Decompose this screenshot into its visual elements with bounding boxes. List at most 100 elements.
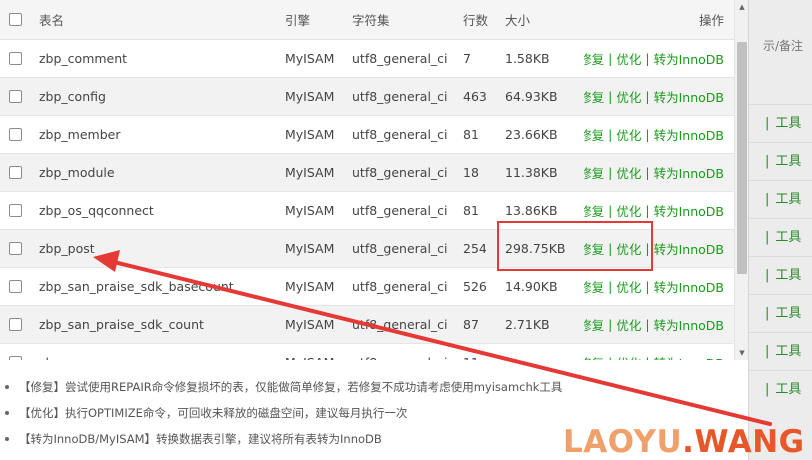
row-checkbox[interactable] (9, 128, 22, 141)
optimize-link[interactable]: 优化 (616, 163, 641, 182)
cell-engine: MyISAM (285, 165, 335, 180)
cell-charset: utf8_general_ci (352, 89, 448, 104)
row-checkbox[interactable] (9, 242, 22, 255)
cell-charset: utf8_general_ci (352, 51, 448, 66)
annotation-highlight-box (497, 221, 653, 271)
scroll-down-arrow-icon[interactable]: ▼ (735, 346, 749, 360)
bg-row: | 工具 (749, 332, 812, 370)
bg-tool-link[interactable]: 工具 (775, 382, 801, 397)
table-row[interactable]: zbp_config MyISAM utf8_general_ci 463 64.93K… (0, 78, 734, 116)
convert-innodb-link[interactable]: 转为InnoDB (654, 125, 724, 144)
cell-engine: MyISAM (285, 89, 335, 104)
bg-tool-link[interactable]: 工具 (775, 230, 801, 245)
convert-innodb-link[interactable]: 转为InnoDB (654, 277, 724, 296)
bg-row: | 工具 (749, 142, 812, 180)
action-separator: | (608, 165, 613, 180)
repair-link[interactable]: 修复 (584, 353, 604, 360)
cell-engine: MyISAM (285, 241, 335, 256)
bg-tool-link[interactable]: 工具 (775, 116, 801, 131)
header-charset[interactable]: 字符集 (352, 0, 452, 39)
background-page: 示/备注 | 工具 | 工具 | 工具 | 工具 | 工具 | 工具 | 工具 | 工具 (748, 0, 812, 460)
optimize-link[interactable]: 优化 (616, 125, 641, 144)
table-row[interactable]: zbp_... MyISAM utf8_general_ci 11... 修复 | 优化 | 转… (0, 344, 734, 360)
table-row[interactable]: zbp_member MyISAM utf8_general_ci 81 23.66KB… (0, 116, 734, 154)
watermark-logo: LAOYU.WANG (563, 424, 805, 460)
scroll-up-arrow-icon[interactable]: ▲ (735, 0, 749, 14)
bg-row: | 工具 (749, 294, 812, 332)
optimize-link[interactable]: 优化 (616, 87, 641, 106)
optimize-link[interactable]: 优化 (616, 277, 641, 296)
bg-row: | 工具 (749, 180, 812, 218)
cell-engine: MyISAM (285, 279, 335, 294)
cell-engine: MyISAM (285, 127, 335, 142)
scrollbar-thumb[interactable] (737, 42, 747, 274)
header-name[interactable]: 表名 (39, 0, 277, 39)
repair-link[interactable]: 修复 (584, 163, 604, 182)
action-separator: | (645, 355, 649, 360)
repair-link[interactable]: 修复 (584, 201, 604, 220)
row-checkbox[interactable] (9, 166, 22, 179)
optimize-link[interactable]: 优化 (616, 353, 641, 360)
action-separator: | (608, 203, 613, 218)
bg-tool-link[interactable]: 工具 (775, 306, 801, 321)
action-separator: | (608, 51, 613, 66)
cell-row-count: 87 (463, 317, 479, 332)
table-row[interactable]: zbp_san_praise_sdk_basecount MyISAM utf8_g… (0, 268, 734, 306)
header-rows[interactable]: 行数 (463, 0, 501, 39)
convert-innodb-link[interactable]: 转为InnoDB (654, 353, 724, 360)
bg-tool-link[interactable]: 工具 (775, 268, 801, 283)
convert-innodb-link[interactable]: 转为InnoDB (654, 239, 724, 258)
cell-size: 1.58KB (505, 51, 550, 66)
cell-table-name: zbp_comment (39, 51, 128, 66)
cell-row-count: 7 (463, 51, 471, 66)
convert-innodb-link[interactable]: 转为InnoDB (654, 49, 724, 68)
optimize-link[interactable]: 优化 (616, 49, 641, 68)
convert-innodb-link[interactable]: 转为InnoDB (654, 315, 724, 334)
row-select-cell (9, 78, 23, 115)
vertical-scrollbar[interactable]: ▲ ▼ (734, 0, 748, 360)
action-separator: | (608, 279, 613, 294)
cell-table-name: zbp_member (39, 127, 121, 142)
convert-innodb-link[interactable]: 转为InnoDB (654, 87, 724, 106)
action-separator: | (608, 355, 612, 360)
row-checkbox[interactable] (9, 356, 22, 360)
repair-link[interactable]: 修复 (584, 315, 604, 334)
repair-link[interactable]: 修复 (584, 49, 604, 68)
action-separator: | (645, 89, 650, 104)
row-select-cell (9, 116, 23, 153)
optimize-link[interactable]: 优化 (616, 315, 641, 334)
row-select-cell (9, 192, 23, 229)
table-row[interactable]: zbp_module MyISAM utf8_general_ci 18 11.38KB… (0, 154, 734, 192)
optimize-link[interactable]: 优化 (616, 201, 641, 220)
repair-link[interactable]: 修复 (584, 87, 604, 106)
cell-charset: utf8_general_ci (352, 127, 448, 142)
cell-row-count: 254 (463, 241, 487, 256)
header-engine[interactable]: 引擎 (285, 0, 347, 39)
bg-row: | 工具 (749, 218, 812, 256)
cell-size: 2.71KB (505, 317, 550, 332)
bg-tool-link[interactable]: 工具 (775, 154, 801, 169)
table-row[interactable]: zbp_san_praise_sdk_count MyISAM utf8_gener… (0, 306, 734, 344)
row-checkbox[interactable] (9, 318, 22, 331)
select-all-checkbox[interactable] (9, 13, 22, 26)
row-checkbox[interactable] (9, 90, 22, 103)
cell-engine: MyISAM (285, 344, 347, 360)
action-separator: | (608, 317, 613, 332)
header-size[interactable]: 大小 (505, 0, 580, 39)
bg-tool-link[interactable]: 工具 (775, 192, 801, 207)
convert-innodb-link[interactable]: 转为InnoDB (654, 201, 724, 220)
repair-link[interactable]: 修复 (584, 277, 604, 296)
convert-innodb-link[interactable]: 转为InnoDB (654, 163, 724, 182)
row-checkbox[interactable] (9, 52, 22, 65)
cell-charset: utf8_general_ci (352, 203, 448, 218)
cell-actions: 修复 | 优化 | 转为InnoDB (584, 344, 724, 360)
bg-tool-link[interactable]: 工具 (775, 344, 801, 359)
row-checkbox[interactable] (9, 204, 22, 217)
table-row[interactable]: zbp_comment MyISAM utf8_general_ci 7 1.58KB 修… (0, 40, 734, 78)
action-separator: | (645, 165, 650, 180)
cell-size: 11.38KB (505, 165, 558, 180)
row-checkbox[interactable] (9, 280, 22, 293)
repair-link[interactable]: 修复 (584, 125, 604, 144)
cell-charset: utf8_general_ci (352, 165, 448, 180)
cell-size: 14.90KB (505, 279, 558, 294)
